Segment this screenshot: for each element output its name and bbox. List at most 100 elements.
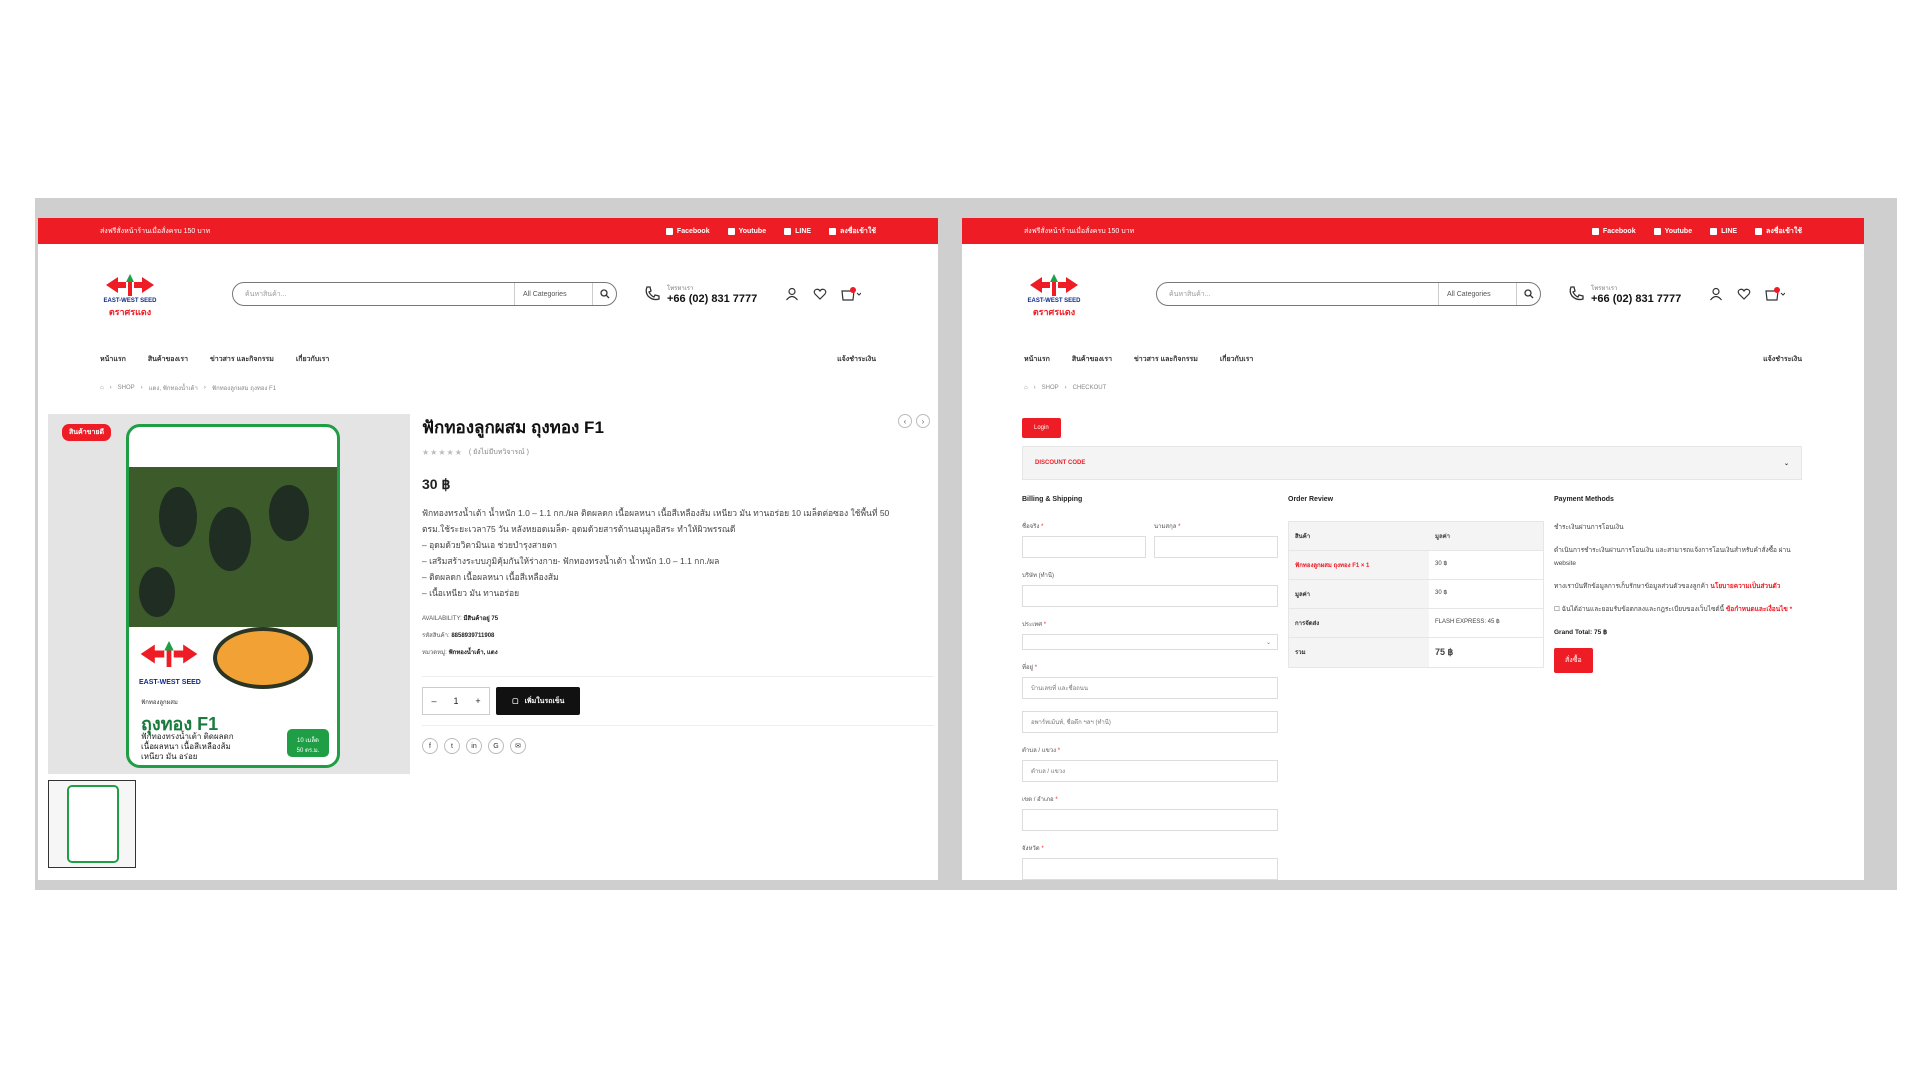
phone-contact[interactable]: โทรหาเรา +66 (02) 831 7777 [1567, 283, 1681, 305]
cart-icon[interactable] [1765, 287, 1786, 301]
logo-arrows-icon [106, 274, 154, 296]
linkedin-share-icon[interactable]: in [466, 738, 482, 754]
table-row: ฟักทองลูกผสม ถุงทอง F1 × 1 30 ฿ [1289, 551, 1543, 580]
nav-products[interactable]: สินค้าของเรา [1072, 354, 1112, 365]
search-button[interactable] [592, 283, 616, 305]
bestseller-badge: สินค้าขายดี [62, 424, 112, 441]
youtube-link[interactable]: Youtube [1653, 226, 1692, 237]
quantity-stepper[interactable]: – 1 + [422, 687, 490, 715]
last-name-field[interactable] [1154, 536, 1278, 558]
search-button[interactable] [1516, 283, 1540, 305]
nav-about[interactable]: เกี่ยวกับเรา [296, 354, 329, 365]
facebook-icon [665, 227, 673, 235]
email-share-icon[interactable]: ✉ [510, 738, 526, 754]
breadcrumb: ⌂ › SHOP › แตง, ฟักทองน้ำเต้า › ฟักทองลูกผส… [100, 385, 277, 392]
youtube-icon [727, 227, 735, 235]
table-row: สินค้า มูลค่า [1289, 522, 1543, 551]
line-link[interactable]: LINE [1710, 226, 1737, 237]
line-link[interactable]: LINE [784, 226, 811, 237]
first-name-field[interactable] [1022, 536, 1146, 558]
star-rating-icon: ★★★★★ [422, 448, 463, 457]
phone-contact[interactable]: โทรหาเรา +66 (02) 831 7777 [643, 283, 757, 305]
product-rating: ★★★★★ ( ยังไม่มีบทวิจารณ์ ) [422, 448, 529, 457]
breadcrumb: ⌂ › SHOP › CHECKOUT [1024, 385, 1107, 391]
cart-icon[interactable] [841, 287, 862, 301]
site-header: EAST-WEST SEED ตราศรแดง ค้นหาสินค้า... A… [962, 244, 1864, 344]
search-bar[interactable]: ค้นหาสินค้า... All Categories [232, 282, 617, 306]
home-icon[interactable]: ⌂ [1024, 385, 1028, 391]
privacy-policy-link[interactable]: นโยบายความเป็นส่วนตัว [1710, 583, 1780, 590]
order-review-section: Order Review สินค้า มูลค่า ฟักทองลูกผสม ถ… [1288, 496, 1544, 668]
youtube-link[interactable]: Youtube [727, 226, 766, 237]
top-bar: ส่งฟรีสั่งหน้าร้านเมื่อสั่งครบ 150 บาท F… [962, 218, 1864, 244]
facebook-icon [1591, 227, 1599, 235]
nav-home[interactable]: หน้าแรก [100, 354, 126, 365]
discount-code-toggle[interactable]: DISCOUNT CODE ⌄ [1022, 446, 1802, 480]
payment-option-transfer[interactable]: ชำระเงินผ่านการโอนเงิน [1554, 521, 1804, 534]
search-icon [599, 289, 609, 299]
next-product-button[interactable]: › [916, 414, 930, 428]
prev-product-button[interactable]: ‹ [898, 414, 912, 428]
login-link[interactable]: ลงชื่อเข้าใช้ [829, 226, 876, 237]
user-icon [1755, 227, 1763, 235]
wishlist-icon[interactable] [813, 287, 827, 301]
nav-news[interactable]: ข่าวสาร และกิจกรรม [210, 354, 274, 365]
line-icon [784, 227, 792, 235]
terms-checkbox[interactable]: ☐ [1554, 606, 1560, 613]
login-link[interactable]: ลงชื่อเข้าใช้ [1755, 226, 1802, 237]
subdistrict-field[interactable]: ตำบล / แขวง [1022, 760, 1278, 782]
account-icon[interactable] [785, 287, 799, 301]
qty-value[interactable]: 1 [445, 696, 467, 706]
search-input[interactable]: ค้นหาสินค้า... [1157, 289, 1438, 300]
twitter-share-icon[interactable]: t [444, 738, 460, 754]
facebook-link[interactable]: Facebook [665, 226, 710, 237]
nav-about[interactable]: เกี่ยวกับเรา [1220, 354, 1253, 365]
payment-methods-section: Payment Methods ชำระเงินผ่านการโอนเงิน ด… [1554, 496, 1804, 673]
product-description: ฟักทองทรงน้ำเต้า น้ำหนัก 1.0 – 1.1 กก./ผ… [422, 508, 890, 598]
site-logo[interactable]: EAST-WEST SEED ตราศรแดง [1024, 268, 1084, 320]
login-button[interactable]: Login [1022, 418, 1061, 438]
nav-payment-notice[interactable]: แจ้งชำระเงิน [837, 354, 876, 365]
main-nav: หน้าแรก สินค้าของเรา ข่าวสาร และกิจกรรม … [38, 344, 938, 374]
province-select[interactable] [1022, 858, 1278, 880]
nav-products[interactable]: สินค้าของเรา [148, 354, 188, 365]
place-order-button[interactable]: สั่งซื้อ [1554, 648, 1593, 673]
wishlist-icon[interactable] [1737, 287, 1751, 301]
nav-payment-notice[interactable]: แจ้งชำระเงิน [1763, 354, 1802, 365]
qty-decrease-button[interactable]: – [423, 696, 445, 706]
order-review-table: สินค้า มูลค่า ฟักทองลูกผสม ถุงทอง F1 × 13… [1288, 521, 1544, 668]
terms-link[interactable]: ข้อกำหนดและเงื่อนไข [1726, 606, 1788, 613]
category-select[interactable]: All Categories [514, 283, 592, 305]
youtube-icon [1653, 227, 1661, 235]
product-info: ‹ › ฟักทองลูกผสม ถุงทอง F1 ★★★★★ ( ยังไม… [422, 414, 934, 754]
product-title: ฟักทองลูกผสม ถุงทอง F1 [422, 418, 604, 437]
category-select[interactable]: All Categories [1438, 283, 1516, 305]
product-image[interactable]: สินค้าขายดี EAST-WEST SEED ฟักทองลูกผสม … [48, 414, 410, 774]
site-header: EAST-WEST SEED ตราศรแดง ค้นหาสินค้า... A… [38, 244, 938, 344]
product-thumbnail[interactable] [48, 780, 136, 868]
share-buttons: f t in G ✉ [422, 738, 934, 754]
googleplus-share-icon[interactable]: G [488, 738, 504, 754]
promo-text: ส่งฟรีสั่งหน้าร้านเมื่อสั่งครบ 150 บาท [100, 227, 211, 235]
address-line2-field[interactable]: อพาร์ทเม้นท์, ชื่อตึก ฯลฯ (ทำนี) [1022, 711, 1278, 733]
phone-icon [1569, 286, 1584, 301]
facebook-link[interactable]: Facebook [1591, 226, 1636, 237]
pack-logo [139, 641, 199, 675]
facebook-share-icon[interactable]: f [422, 738, 438, 754]
country-select[interactable]: ⌄ [1022, 634, 1278, 650]
qty-increase-button[interactable]: + [467, 696, 489, 706]
search-input[interactable]: ค้นหาสินค้า... [233, 289, 514, 300]
company-field[interactable] [1022, 585, 1278, 607]
top-bar: ส่งฟรีสั่งหน้าร้านเมื่อสั่งครบ 150 บาท F… [38, 218, 938, 244]
add-to-cart-button[interactable]: ▢ เพิ่มในรถเข็น [496, 687, 581, 715]
search-bar[interactable]: ค้นหาสินค้า... All Categories [1156, 282, 1541, 306]
product-page-screenshot: ส่งฟรีสั่งหน้าร้านเมื่อสั่งครบ 150 บาท F… [38, 218, 938, 880]
nav-news[interactable]: ข่าวสาร และกิจกรรม [1134, 354, 1198, 365]
nav-home[interactable]: หน้าแรก [1024, 354, 1050, 365]
district-field[interactable] [1022, 809, 1278, 831]
site-logo[interactable]: EAST-WEST SEED ตราศรแดง [100, 268, 160, 320]
account-icon[interactable] [1709, 287, 1723, 301]
table-row: รวม 75 ฿ [1289, 638, 1543, 667]
address-line1-field[interactable]: บ้านเลขที่ และชื่อถนน [1022, 677, 1278, 699]
home-icon[interactable]: ⌂ [100, 385, 104, 391]
